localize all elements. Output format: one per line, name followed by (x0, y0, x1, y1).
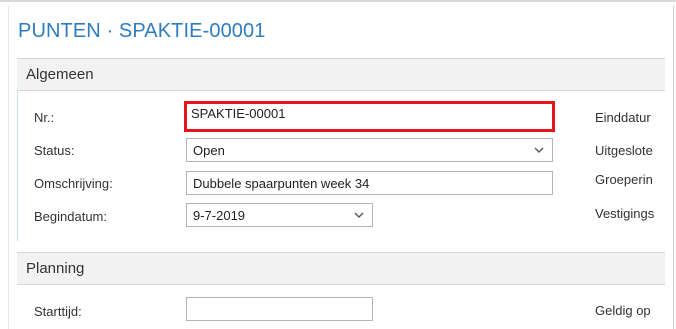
nr-field-value: SPAKTIE-00001 (191, 106, 286, 121)
starttijd-field[interactable] (186, 297, 373, 321)
starttijd-label: Starttijd: (34, 304, 82, 319)
einddatum-label: Einddatur (595, 110, 651, 125)
chevron-down-icon (354, 212, 364, 218)
section-algemeen-header[interactable]: Algemeen (17, 58, 665, 91)
page-title: PUNTEN · SPAKTIE-00001 (18, 20, 266, 42)
omschrijving-field[interactable]: Dubbele spaarpunten week 34 (186, 171, 553, 195)
punten-card-window: PUNTEN · SPAKTIE-00001 Algemeen Nr.: SPA… (0, 0, 676, 329)
section-algemeen-label: Algemeen (26, 66, 94, 83)
top-divider (0, 0, 676, 2)
right-divider (673, 6, 674, 329)
begindatum-select[interactable]: 9-7-2019 (186, 203, 373, 227)
uitgesloten-label: Uitgeslote (595, 143, 653, 158)
omschrijving-label: Omschrijving: (34, 176, 113, 191)
status-select-value: Open (193, 143, 225, 158)
nr-field[interactable]: SPAKTIE-00001 (184, 101, 555, 132)
groepering-label: Groeperin (595, 172, 653, 187)
geldig-op-label: Geldig op (595, 303, 651, 318)
left-divider (8, 6, 9, 329)
section-planning-label: Planning (26, 260, 85, 277)
chevron-down-icon (534, 147, 544, 153)
begindatum-select-value: 9-7-2019 (193, 208, 246, 223)
begindatum-label: Begindatum: (34, 209, 107, 224)
omschrijving-field-value: Dubbele spaarpunten week 34 (193, 176, 370, 191)
section-planning-header[interactable]: Planning (17, 252, 665, 285)
vestigings-label: Vestigings (595, 206, 655, 221)
status-label: Status: (34, 143, 75, 158)
nr-label: Nr.: (34, 110, 55, 125)
status-select[interactable]: Open (186, 138, 553, 162)
